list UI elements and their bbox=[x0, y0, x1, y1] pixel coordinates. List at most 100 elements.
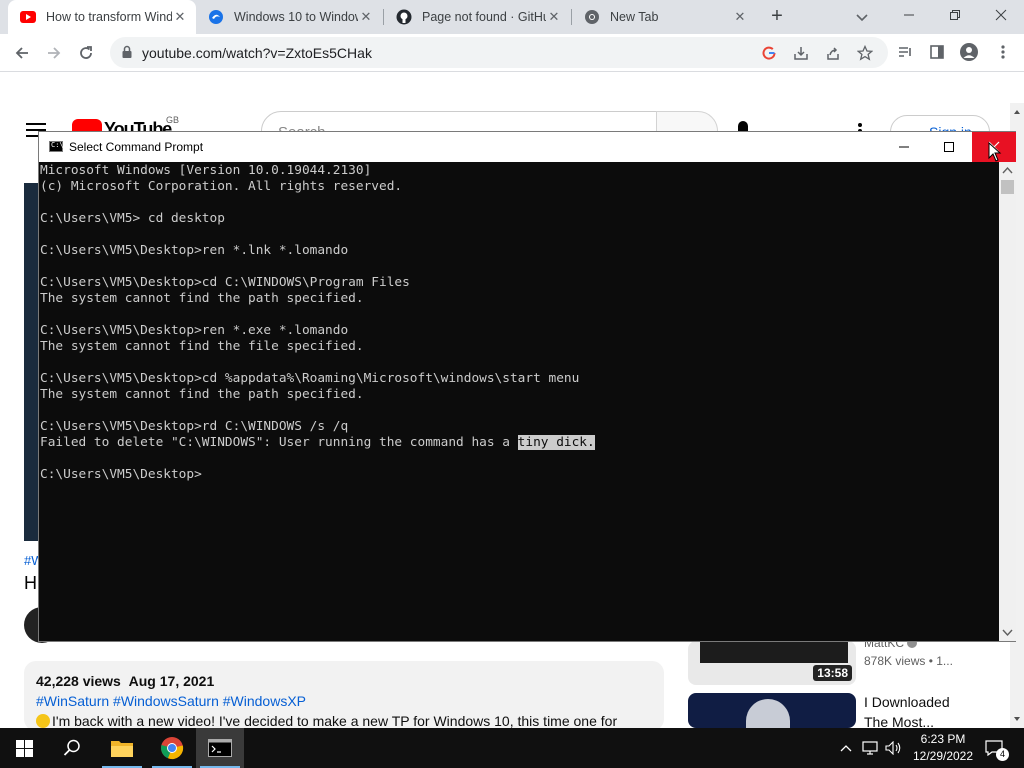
google-icon[interactable] bbox=[760, 44, 778, 62]
chrome-icon bbox=[584, 9, 600, 25]
volume-icon[interactable] bbox=[884, 728, 904, 768]
taskbar-file-explorer[interactable] bbox=[98, 728, 146, 768]
cmd-scrollbar[interactable] bbox=[999, 162, 1016, 641]
tab-new-tab[interactable]: New Tab ✕ bbox=[572, 0, 756, 34]
view-count-and-date: 42,228 views Aug 17, 2021 bbox=[36, 673, 214, 689]
browser-restore-button[interactable] bbox=[932, 0, 978, 30]
taskbar-search-button[interactable] bbox=[48, 728, 96, 768]
tab-title: Page not found · GitHub bbox=[422, 10, 546, 24]
console-line: C:\Users\VM5\Desktop>cd C:\WINDOWS\Progr… bbox=[40, 275, 410, 290]
taskbar-chrome[interactable] bbox=[148, 728, 196, 768]
mouse-cursor-icon bbox=[988, 142, 1002, 162]
console-line: C:\Users\VM5\Desktop>rd C:\WINDOWS /s /q bbox=[40, 419, 349, 434]
media-controls-icon[interactable] bbox=[896, 43, 914, 61]
cmd-close-button[interactable] bbox=[972, 132, 1016, 162]
recommended-title[interactable]: I Downloaded bbox=[864, 692, 950, 712]
browser-minimize-button[interactable] bbox=[886, 0, 932, 30]
system-clock[interactable]: 6:23 PM 12/29/2022 bbox=[908, 731, 978, 765]
reload-button[interactable] bbox=[72, 39, 100, 67]
forward-button[interactable] bbox=[40, 39, 68, 67]
tab-close-icon[interactable]: ✕ bbox=[358, 9, 374, 25]
maximize-icon bbox=[944, 142, 954, 152]
tab-windows-10[interactable]: Windows 10 to Windows ✕ bbox=[196, 0, 382, 34]
console-line: The system cannot find the path specifie… bbox=[40, 291, 364, 306]
console-output[interactable]: Microsoft Windows [Version 10.0.19044.21… bbox=[39, 162, 999, 641]
edge-icon bbox=[208, 9, 224, 25]
tab-title: Windows 10 to Windows bbox=[234, 10, 358, 24]
browser-close-button[interactable] bbox=[978, 0, 1024, 30]
back-button[interactable] bbox=[8, 39, 36, 67]
cmd-maximize-button[interactable] bbox=[934, 132, 964, 162]
console-line: C:\Users\VM5\Desktop>ren *.exe *.lomando bbox=[40, 323, 349, 338]
recommended-meta: 878K views • 1... bbox=[864, 654, 953, 668]
clock-time: 6:23 PM bbox=[920, 732, 966, 746]
youtube-icon bbox=[20, 9, 36, 25]
minimize-icon bbox=[899, 146, 909, 148]
install-icon[interactable] bbox=[792, 44, 810, 62]
tab-close-icon[interactable]: ✕ bbox=[732, 9, 748, 25]
bookmark-star-icon[interactable] bbox=[856, 44, 874, 62]
upload-date: Aug 17, 2021 bbox=[128, 673, 215, 689]
share-icon[interactable] bbox=[824, 44, 842, 62]
taskbar-command-prompt[interactable] bbox=[196, 728, 244, 768]
clock-date: 12/29/2022 bbox=[912, 749, 974, 763]
console-prompt[interactable]: C:\Users\VM5\Desktop> bbox=[40, 467, 999, 483]
command-prompt-icon: C:\ bbox=[49, 141, 64, 152]
tab-search-chevron-icon[interactable] bbox=[852, 7, 872, 27]
video-title: H bbox=[24, 573, 37, 593]
video-duration: 13:58 bbox=[813, 665, 852, 681]
start-icon bbox=[15, 739, 33, 757]
back-arrow-icon bbox=[15, 47, 28, 59]
tab-title: How to transform Windows bbox=[46, 10, 172, 24]
video-description[interactable]: 42,228 views Aug 17, 2021 #WinSaturn #Wi… bbox=[24, 661, 664, 731]
file-explorer-icon bbox=[111, 741, 133, 757]
scroll-down-icon[interactable] bbox=[1010, 712, 1024, 726]
chrome-menu-icon[interactable] bbox=[994, 43, 1012, 61]
scroll-up-icon[interactable] bbox=[999, 164, 1016, 178]
show-hidden-icons-chevron-icon[interactable] bbox=[836, 728, 856, 768]
new-tab-button[interactable]: + bbox=[766, 6, 788, 28]
selected-text[interactable]: tiny dick. bbox=[517, 435, 595, 450]
network-icon[interactable] bbox=[860, 728, 882, 768]
url-text: youtube.com/watch?v=ZxtoEs5CHak bbox=[142, 45, 372, 61]
description-hashtags[interactable]: #WinSaturn #WindowsSaturn #WindowsXP bbox=[36, 693, 306, 709]
profile-avatar-icon[interactable] bbox=[960, 43, 978, 61]
cmd-window-title: Select Command Prompt bbox=[69, 140, 204, 154]
console-line: (c) Microsoft Corporation. All rights re… bbox=[40, 179, 403, 194]
browser-tab-strip: How to transform Windows ✕ Windows 10 to… bbox=[0, 0, 1024, 34]
tab-title: New Tab bbox=[610, 10, 659, 24]
taskbar: 6:23 PM 12/29/2022 4 bbox=[0, 728, 1024, 768]
console-line: The system cannot find the file specifie… bbox=[40, 339, 364, 354]
console-line: The system cannot find the path specifie… bbox=[40, 387, 364, 402]
scroll-down-icon[interactable] bbox=[999, 625, 1016, 639]
browser-toolbar: youtube.com/watch?v=ZxtoEs5CHak bbox=[0, 34, 1024, 72]
lock-icon[interactable] bbox=[120, 45, 134, 59]
tab-close-icon[interactable]: ✕ bbox=[172, 9, 188, 25]
tab-close-icon[interactable]: ✕ bbox=[546, 9, 562, 25]
smile-emoji-icon bbox=[36, 714, 50, 728]
command-prompt-icon bbox=[208, 739, 232, 757]
github-icon bbox=[396, 9, 412, 25]
address-bar[interactable]: youtube.com/watch?v=ZxtoEs5CHak bbox=[110, 37, 888, 68]
cmd-scroll-thumb[interactable] bbox=[1001, 180, 1014, 194]
command-prompt-window[interactable]: C:\ Select Command Prompt Microsoft Wind… bbox=[38, 131, 1016, 642]
tab-github[interactable]: Page not found · GitHub ✕ bbox=[384, 0, 570, 34]
chrome-icon bbox=[161, 737, 184, 760]
side-panel-icon[interactable] bbox=[928, 43, 946, 61]
recommended-thumbnail[interactable]: 13:58 bbox=[688, 641, 856, 685]
tab-youtube[interactable]: How to transform Windows ✕ bbox=[8, 0, 196, 34]
console-line: C:\Users\VM5\Desktop>ren *.lnk *.lomando bbox=[40, 243, 349, 258]
cmd-title-bar[interactable]: C:\ Select Command Prompt bbox=[39, 132, 1016, 162]
region-label: GB bbox=[166, 115, 180, 125]
cmd-minimize-button[interactable] bbox=[889, 132, 919, 162]
scroll-up-icon[interactable] bbox=[1010, 105, 1024, 119]
start-button[interactable] bbox=[0, 728, 48, 768]
recommended-thumbnail[interactable] bbox=[688, 693, 856, 728]
